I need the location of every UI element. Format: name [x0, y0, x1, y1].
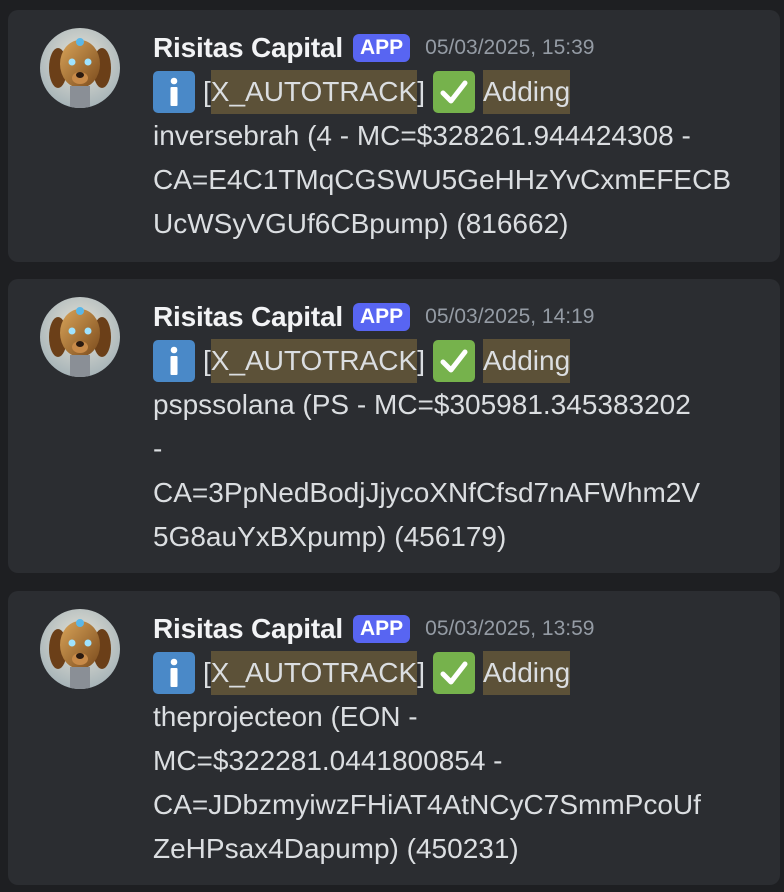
robot-dog-avatar-icon [40, 609, 120, 689]
message-first-line: [X_AUTOTRACK] Adding [153, 70, 753, 114]
autotrack-tag: X_AUTOTRACK [210, 70, 418, 114]
message-card: Risitas Capital APP 05/03/2025, 14:19 [X… [8, 279, 780, 573]
tag-close-bracket: ] [417, 76, 425, 107]
author-name[interactable]: Risitas Capital [153, 613, 343, 645]
action-label: Adding [482, 651, 571, 695]
information-emoji-icon [153, 71, 195, 113]
message-first-line: [X_AUTOTRACK] Adding [153, 651, 753, 695]
app-badge: APP [352, 615, 411, 643]
message-text-line: pspssolana (PS - MC=$305981.345383202 [153, 389, 691, 420]
robot-dog-avatar-icon [40, 28, 120, 108]
avatar[interactable] [40, 297, 120, 377]
app-badge: APP [352, 303, 411, 331]
message-card: Risitas Capital APP 05/03/2025, 13:59 [X… [8, 591, 780, 885]
action-label: Adding [482, 70, 571, 114]
message-text-line: ZeHPsax4Dapump) (450231) [153, 833, 519, 864]
message-text-line: CA=3PpNedBodjJjycoXNfCfsd7nAFWhm2V [153, 477, 701, 508]
message-text-line: UcWSyVGUf6CBpump) (816662) [153, 208, 569, 239]
message-content: [X_AUTOTRACK] Adding inversebrah (4 - MC… [153, 70, 753, 246]
tag-close-bracket: ] [417, 657, 425, 688]
app-badge: APP [352, 34, 411, 62]
message-header: Risitas Capital APP 05/03/2025, 14:19 [153, 297, 594, 337]
message-content: [X_AUTOTRACK] Adding theprojecteon (EON … [153, 651, 753, 871]
information-emoji-icon [153, 340, 195, 382]
author-name[interactable]: Risitas Capital [153, 32, 343, 64]
message-text-line: 5G8auYxBXpump) (456179) [153, 521, 507, 552]
check-mark-emoji-icon [432, 340, 475, 382]
check-mark-emoji-icon [432, 71, 475, 113]
timestamp[interactable]: 05/03/2025, 14:19 [425, 305, 594, 329]
message-text-line: theprojecteon (EON - [153, 701, 418, 732]
tag-open-bracket: [ [203, 657, 211, 688]
timestamp[interactable]: 05/03/2025, 13:59 [425, 617, 594, 641]
action-label: Adding [482, 339, 571, 383]
message-content: [X_AUTOTRACK] Adding pspssolana (PS - MC… [153, 339, 753, 559]
message-text-line: - [153, 433, 163, 464]
message-card: Risitas Capital APP 05/03/2025, 15:39 [X… [8, 10, 780, 262]
message-text-line: MC=$322281.0441800854 - [153, 745, 503, 776]
robot-dog-avatar-icon [40, 297, 120, 377]
message-first-line: [X_AUTOTRACK] Adding [153, 339, 753, 383]
message-text-line: CA=JDbzmyiwzFHiAT4AtNCyC7SmmPcoUf [153, 789, 701, 820]
autotrack-tag: X_AUTOTRACK [210, 339, 418, 383]
avatar[interactable] [40, 609, 120, 689]
avatar[interactable] [40, 28, 120, 108]
autotrack-tag: X_AUTOTRACK [210, 651, 418, 695]
tag-open-bracket: [ [203, 76, 211, 107]
message-text-line: CA=E4C1TMqCGSWU5GeHHzYvCxmEFECB [153, 164, 732, 195]
message-text-line: inversebrah (4 - MC=$328261.944424308 - [153, 120, 691, 151]
tag-open-bracket: [ [203, 345, 211, 376]
tag-close-bracket: ] [417, 345, 425, 376]
message-header: Risitas Capital APP 05/03/2025, 13:59 [153, 609, 594, 649]
information-emoji-icon [153, 652, 195, 694]
message-feed: Risitas Capital APP 05/03/2025, 15:39 [X… [0, 0, 784, 892]
author-name[interactable]: Risitas Capital [153, 301, 343, 333]
message-header: Risitas Capital APP 05/03/2025, 15:39 [153, 28, 594, 68]
timestamp[interactable]: 05/03/2025, 15:39 [425, 36, 594, 60]
check-mark-emoji-icon [432, 652, 475, 694]
